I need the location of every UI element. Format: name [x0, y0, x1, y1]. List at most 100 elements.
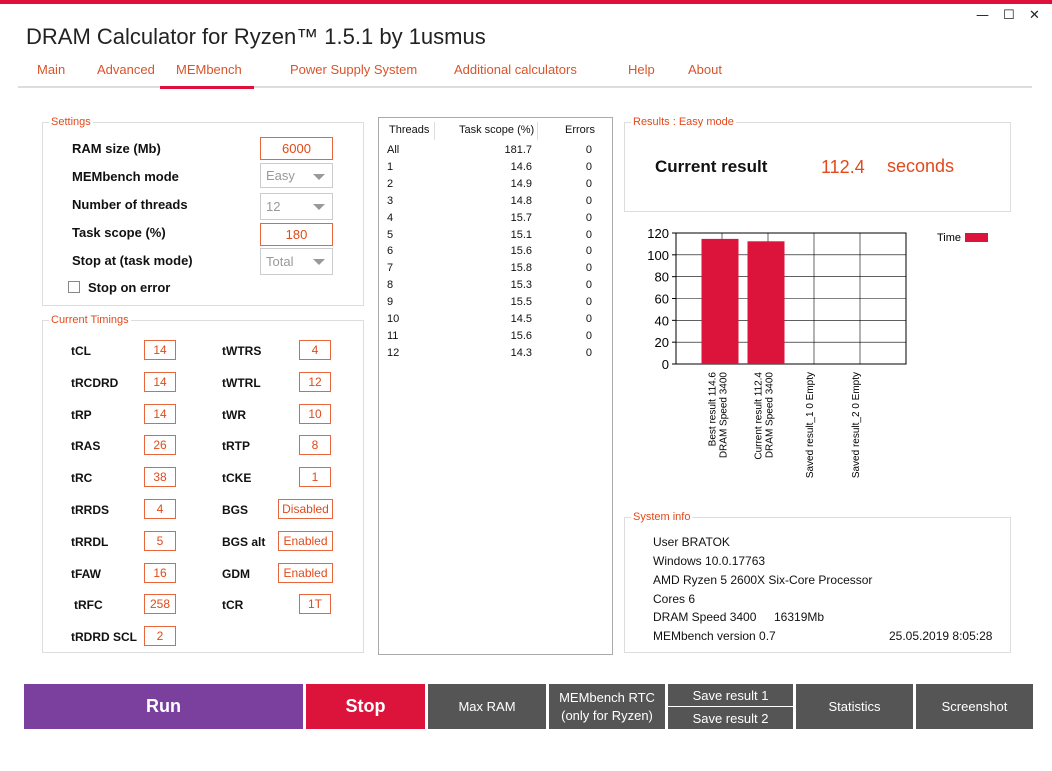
statistics-button[interactable]: Statistics — [796, 684, 913, 729]
screenshot-button[interactable]: Screenshot — [916, 684, 1033, 729]
timing-label: tFAW — [71, 567, 101, 581]
threads-label: Number of threads — [72, 197, 188, 212]
timing-value[interactable]: 38 — [144, 467, 176, 487]
timing-value[interactable]: 14 — [144, 340, 176, 360]
tab-about[interactable]: About — [688, 62, 722, 77]
save-result-2-button[interactable]: Save result 2 — [668, 707, 793, 729]
thread-errors: 0 — [585, 177, 592, 190]
thread-task-scope: 14.3 — [510, 346, 532, 359]
timing-label: tRDRD SCL — [71, 630, 137, 644]
timing-label: tRC — [71, 471, 93, 485]
thread-id: 6 — [387, 245, 394, 258]
tab-main[interactable]: Main — [37, 62, 65, 77]
threads-value: 12 — [266, 199, 281, 214]
timing-value[interactable]: 8 — [299, 435, 331, 455]
timing-label: tCKE — [222, 471, 252, 485]
task-scope-input[interactable]: 180 — [260, 223, 333, 246]
run-button[interactable]: Run — [24, 684, 303, 729]
threads-table: Threads Task scope (%) Errors All 181.7 0 1… — [378, 117, 613, 655]
chart-bar — [747, 241, 785, 364]
system-memory: 16319Mb — [774, 610, 825, 624]
table-row: 11 15.6 0 — [379, 330, 612, 347]
tab-help[interactable]: Help — [628, 62, 655, 77]
chart-x-tick-label: DRAM Speed 3400 — [719, 372, 730, 459]
timing-value[interactable]: 258 — [144, 594, 176, 614]
timing-label: BGS — [222, 503, 249, 517]
stop-on-error-label: Stop on error — [88, 280, 171, 295]
thread-task-scope: 181.7 — [504, 144, 532, 156]
timing-value[interactable]: 5 — [144, 531, 176, 551]
ram-size-input[interactable]: 6000 — [260, 137, 333, 160]
results-group-label: Results : Easy mode — [631, 116, 736, 128]
system-timestamp: 25.05.2019 8:05:28 — [889, 629, 993, 643]
thread-id: 10 — [387, 313, 400, 325]
timing-label: BGS alt — [222, 535, 266, 549]
thread-errors: 0 — [585, 262, 592, 275]
thread-errors: 0 — [585, 144, 592, 156]
membench-rtc-button[interactable]: MEMbench RTC (only for Ryzen) — [549, 684, 665, 729]
chart-x-tick-label: Saved result_1 0 Empty — [805, 372, 816, 478]
max-ram-button[interactable]: Max RAM — [428, 684, 546, 729]
timing-value[interactable]: Disabled — [278, 499, 333, 519]
window-top-accent — [0, 0, 1052, 4]
timing-label: tRRDL — [71, 535, 109, 549]
thread-id: 11 — [387, 329, 399, 342]
timing-value[interactable]: 16 — [144, 563, 176, 583]
timing-value[interactable]: 12 — [299, 372, 331, 392]
membench-mode-label: MEMbench mode — [72, 169, 179, 184]
system-os: Windows 10.0.17763 — [653, 554, 766, 568]
timing-value[interactable]: Enabled — [278, 531, 333, 551]
timing-value[interactable]: Enabled — [278, 563, 333, 583]
table-row: 7 15.8 0 — [379, 262, 612, 279]
timing-value[interactable]: 26 — [144, 435, 176, 455]
thread-task-scope: 14.9 — [510, 177, 532, 190]
stop-on-error-checkbox[interactable] — [68, 281, 80, 293]
threads-select[interactable]: 12 — [260, 193, 333, 220]
errors-header: Errors — [565, 124, 595, 136]
timing-label: GDM — [222, 567, 250, 581]
stop-at-value: Total — [266, 254, 294, 269]
threads-header: Threads — [389, 124, 430, 136]
tab-advanced[interactable]: Advanced — [97, 62, 155, 77]
timing-label: tWTRL — [222, 376, 261, 390]
close-icon[interactable]: ✕ — [1029, 8, 1040, 23]
ram-size-label: RAM size (Mb) — [72, 141, 161, 156]
timing-value[interactable]: 4 — [144, 499, 176, 519]
chart-bar — [701, 238, 739, 364]
maximize-icon[interactable]: ☐ — [1003, 8, 1015, 23]
timing-value[interactable]: 4 — [299, 340, 331, 360]
table-row: 2 14.9 0 — [379, 178, 612, 195]
timing-value[interactable]: 2 — [144, 626, 176, 646]
thread-id: 9 — [387, 296, 394, 309]
timing-label: tWTRS — [222, 344, 262, 358]
thread-errors: 0 — [585, 211, 592, 224]
tab-power-supply-system[interactable]: Power Supply System — [290, 62, 417, 77]
tab-additional-calculators[interactable]: Additional calculators — [454, 62, 577, 77]
thread-errors: 0 — [585, 346, 592, 359]
thread-errors: 0 — [585, 279, 592, 292]
timing-value[interactable]: 10 — [299, 404, 331, 424]
timing-value[interactable]: 1 — [299, 467, 331, 487]
current-result-value: 112.4 — [821, 157, 865, 177]
thread-errors: 0 — [585, 245, 592, 258]
current-result-label: Current result — [655, 157, 768, 176]
chart-y-tick-label: 40 — [655, 313, 669, 328]
timing-value[interactable]: 14 — [144, 404, 176, 424]
stop-button[interactable]: Stop — [306, 684, 425, 729]
thread-id: 12 — [387, 346, 400, 359]
timing-value[interactable]: 1T — [299, 594, 331, 614]
timing-value[interactable]: 14 — [144, 372, 176, 392]
save-result-1-button[interactable]: Save result 1 — [668, 684, 793, 706]
chevron-down-icon — [313, 204, 325, 210]
membench-mode-select[interactable]: Easy — [260, 163, 333, 188]
system-user: User BRATOK — [653, 535, 730, 549]
chart-legend-swatch — [965, 233, 988, 242]
thread-task-scope: 15.1 — [510, 228, 532, 241]
thread-id: 7 — [387, 262, 394, 275]
tab-membench[interactable]: MEMbench — [160, 62, 254, 89]
system-version: MEMbench version 0.7 — [653, 629, 776, 643]
stop-at-select[interactable]: Total — [260, 248, 333, 275]
task-scope-header: Task scope (%) — [459, 124, 535, 136]
minimize-icon[interactable]: — — [976, 8, 989, 23]
stop-at-label: Stop at (task mode) — [72, 253, 193, 268]
